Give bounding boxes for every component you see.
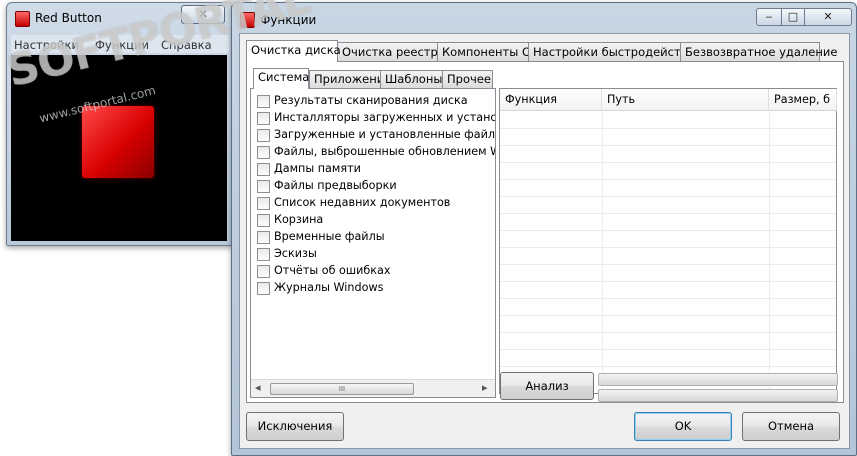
checkbox[interactable]: [257, 95, 270, 108]
cancel-button[interactable]: Отмена: [742, 412, 840, 441]
grid-line: [500, 349, 836, 350]
checkbox[interactable]: [257, 146, 270, 159]
progress-bar-bottom: [598, 389, 838, 402]
minimize-button[interactable]: ‒: [756, 8, 782, 26]
grid-line: [500, 230, 836, 231]
tab-panel: Система Приложения Шаблоны Прочее Резуль…: [246, 61, 844, 403]
grid-line: [500, 213, 836, 214]
tab-registry-cleanup[interactable]: Очистка реестра: [337, 42, 445, 61]
ok-button[interactable]: OK: [634, 412, 732, 441]
horizontal-scrollbar[interactable]: ◂ III ▸: [251, 379, 495, 397]
checkbox[interactable]: [257, 197, 270, 210]
dialog-body: Очистка диска Очистка реестра Компоненты…: [239, 33, 850, 449]
exclusions-button[interactable]: Исключения: [246, 412, 344, 441]
grid-line: [500, 247, 836, 248]
grid-line: [500, 366, 836, 367]
red-button[interactable]: [82, 106, 154, 178]
analyze-button[interactable]: Анализ: [500, 372, 594, 400]
grid-line: [500, 145, 836, 146]
scroll-right-icon[interactable]: ▸: [482, 381, 488, 394]
grid-line: [500, 315, 836, 316]
grid-line: [500, 128, 836, 129]
window-title: Red Button: [35, 11, 102, 25]
column-header-size[interactable]: Размер, б: [769, 89, 837, 111]
checkbox[interactable]: [257, 163, 270, 176]
functions-window: Функции ‒ □ ✕ Очистка диска Очистка реес…: [231, 2, 857, 456]
checkbox[interactable]: [257, 180, 270, 193]
close-button[interactable]: ✕: [804, 8, 852, 26]
column-header-path[interactable]: Путь: [602, 89, 769, 111]
checklist-panel: Результаты сканирования диска Инсталлято…: [250, 88, 496, 398]
grid-line: [500, 162, 836, 163]
checkbox[interactable]: [257, 112, 270, 125]
maximize-button[interactable]: □: [781, 8, 805, 26]
column-divider: [769, 111, 770, 393]
results-table: Функция Путь Размер, б: [499, 88, 837, 394]
tab-disk-cleanup[interactable]: Очистка диска: [246, 40, 341, 62]
column-divider: [602, 111, 603, 393]
progress-bar-top: [598, 373, 838, 386]
app-icon: [15, 11, 30, 27]
scroll-thumb[interactable]: III: [270, 383, 414, 395]
subtab-applications[interactable]: Приложения: [309, 70, 391, 88]
grid-line: [500, 196, 836, 197]
tab-os-components[interactable]: Компоненты ОС: [437, 42, 539, 61]
checkbox[interactable]: [257, 282, 270, 295]
checkbox[interactable]: [257, 231, 270, 244]
grid-line: [500, 298, 836, 299]
checkbox[interactable]: [257, 265, 270, 278]
scroll-left-icon[interactable]: ◂: [255, 381, 261, 394]
checkbox[interactable]: [257, 248, 270, 261]
grid-line: [500, 332, 836, 333]
tab-performance-settings[interactable]: Настройки быстродействия: [528, 42, 702, 61]
grid-line: [500, 264, 836, 265]
checkbox[interactable]: [257, 214, 270, 227]
column-header-function[interactable]: Функция: [500, 89, 602, 111]
subtab-other[interactable]: Прочее: [442, 70, 493, 88]
tab-permanent-delete[interactable]: Безвозвратное удаление: [680, 42, 837, 61]
grid-line: [500, 281, 836, 282]
subtab-templates[interactable]: Шаблоны: [380, 70, 444, 88]
subtab-system[interactable]: Система: [253, 68, 309, 89]
grid-line: [500, 179, 836, 180]
checkbox[interactable]: [257, 129, 270, 142]
